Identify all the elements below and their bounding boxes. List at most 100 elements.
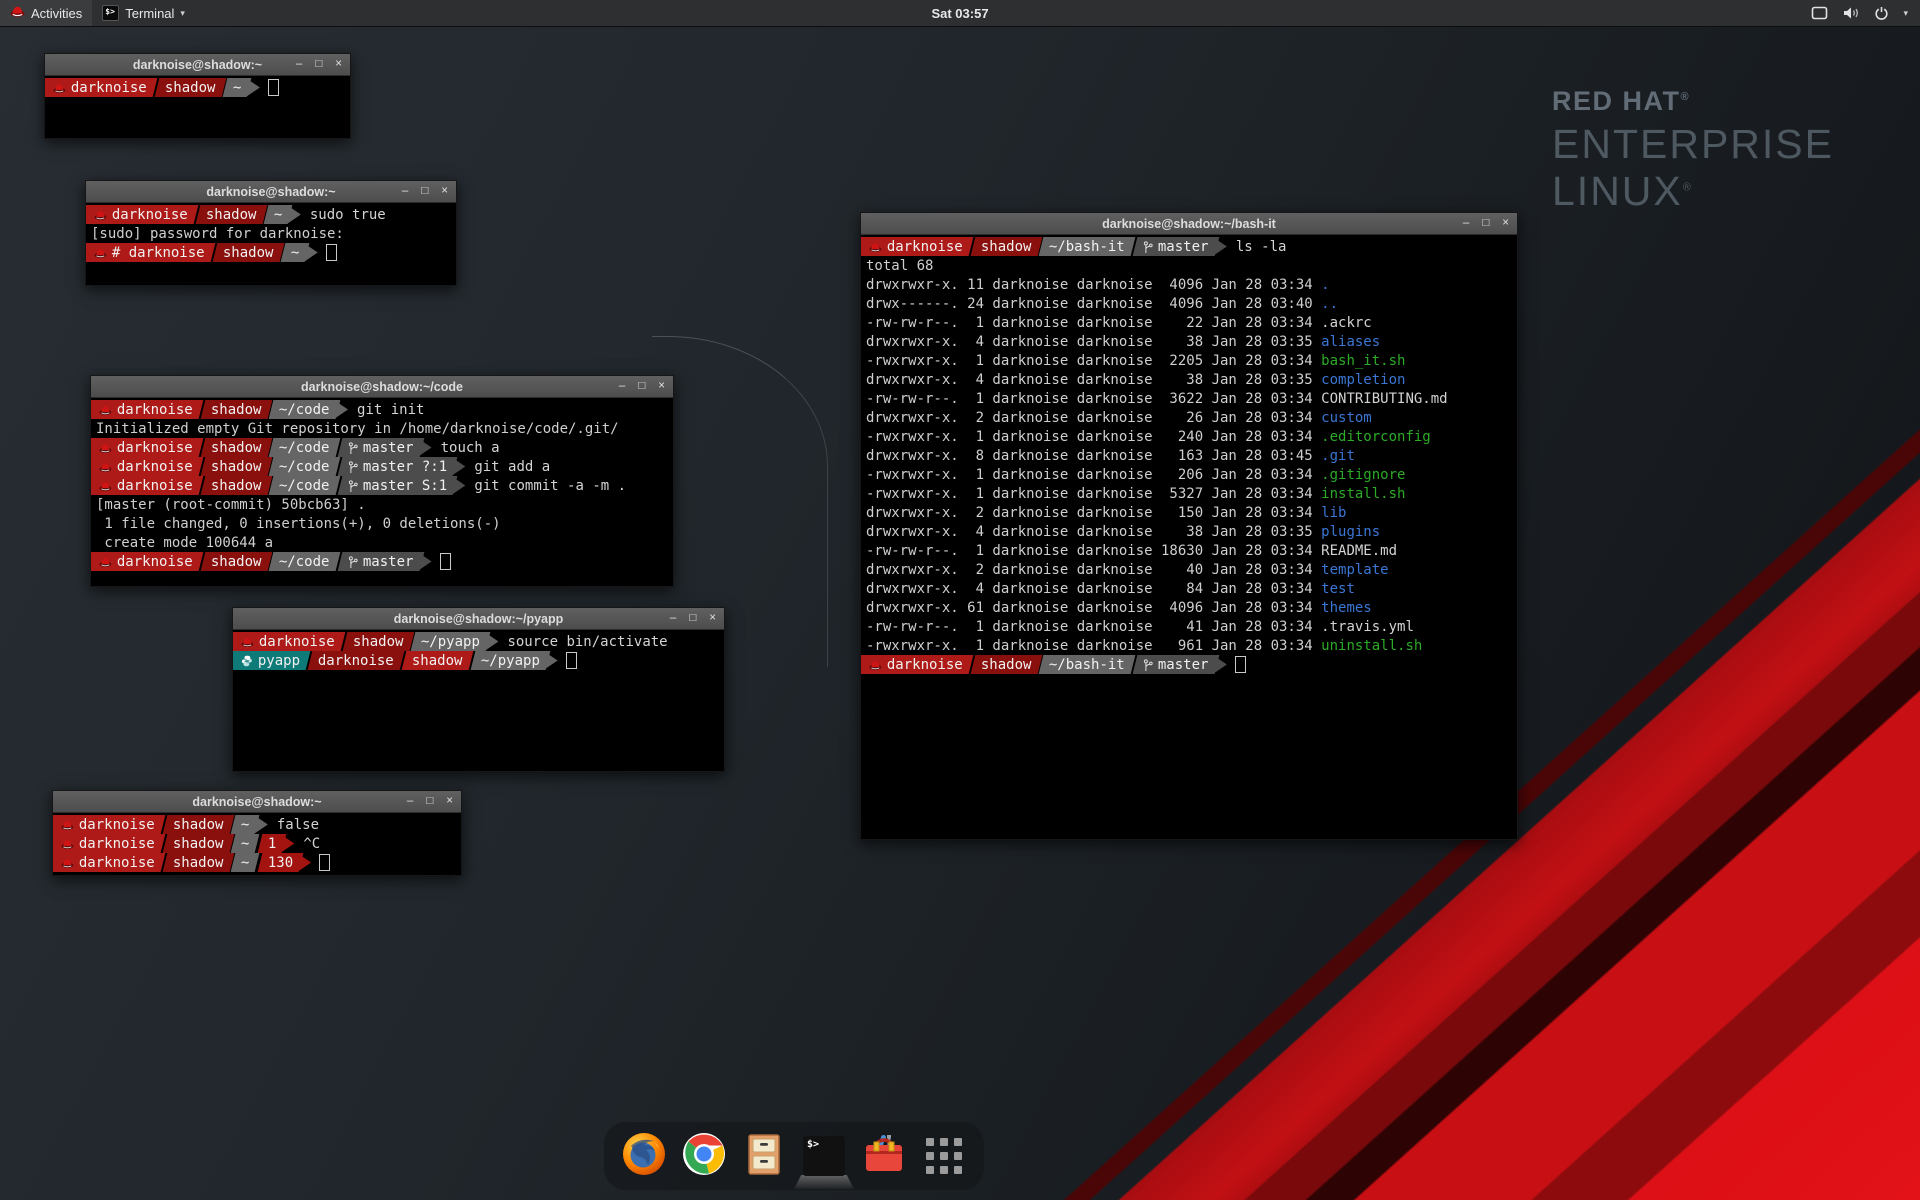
prompt-segment-label: ~/pyapp bbox=[481, 653, 540, 669]
terminal-body[interactable]: darknoiseshadow~/bash-itmasterls -latota… bbox=[861, 235, 1517, 839]
prompt-segment: darknoise bbox=[86, 205, 198, 224]
prompt-segment: darknoise bbox=[91, 438, 203, 457]
terminal-line: drwxrwxr-x. 8 darknoise darknoise 163 Ja… bbox=[861, 446, 1517, 465]
window-title: darknoise@shadow:~/pyapp bbox=[394, 612, 564, 626]
terminal-line: darknoiseshadow~/codegit init bbox=[91, 400, 673, 419]
close-button[interactable]: × bbox=[441, 186, 448, 198]
prompt-segment: darknoise bbox=[91, 476, 203, 495]
prompt-segment: darknoise bbox=[861, 237, 973, 256]
dock-item-firefox[interactable] bbox=[620, 1132, 668, 1180]
system-tray: ▾ bbox=[1811, 0, 1920, 26]
close-button[interactable]: × bbox=[1502, 218, 1509, 230]
prompt-segment-label: master bbox=[1158, 657, 1209, 673]
window-titlebar[interactable]: darknoise@shadow:~–□× bbox=[86, 181, 456, 203]
close-button[interactable]: × bbox=[446, 796, 453, 808]
activities-button[interactable]: Activities bbox=[0, 0, 92, 26]
dock-item-files[interactable] bbox=[740, 1132, 788, 1180]
window-titlebar[interactable]: darknoise@shadow:~/code–□× bbox=[91, 376, 673, 398]
minimize-button[interactable]: – bbox=[407, 796, 413, 808]
prompt-arrow bbox=[451, 476, 465, 495]
maximize-button[interactable]: □ bbox=[638, 381, 645, 393]
minimize-button[interactable]: – bbox=[619, 381, 625, 393]
prompt-segment-label: shadow bbox=[211, 478, 262, 494]
prompt-arrow bbox=[334, 400, 348, 419]
dock-item-app-grid[interactable] bbox=[920, 1132, 968, 1180]
dock-item-toolbox[interactable] bbox=[860, 1132, 908, 1180]
volume-icon[interactable] bbox=[1842, 6, 1860, 20]
window-titlebar[interactable]: darknoise@shadow:~–□× bbox=[53, 791, 461, 813]
prompt-segment: shadow bbox=[200, 438, 271, 457]
prompt-segment: shadow bbox=[342, 632, 413, 651]
terminal-line: -rwxrwxr-x. 1 darknoise darknoise 961 Ja… bbox=[861, 636, 1517, 655]
ls-entry-name: completion bbox=[1321, 372, 1405, 388]
terminal-line: drwxrwxr-x. 4 darknoise darknoise 38 Jan… bbox=[861, 522, 1517, 541]
terminal-cursor bbox=[268, 79, 279, 96]
app-menu-terminal[interactable]: $> Terminal ▾ bbox=[92, 0, 195, 26]
power-icon[interactable] bbox=[1874, 6, 1889, 21]
window-titlebar[interactable]: darknoise@shadow:~/pyapp – □ × bbox=[233, 608, 724, 630]
maximize-button[interactable]: □ bbox=[421, 186, 428, 198]
close-button[interactable]: × bbox=[709, 613, 716, 625]
prompt-segment-label: ~ bbox=[291, 245, 299, 261]
running-app-indicator bbox=[794, 1175, 854, 1189]
prompt-segment-label: shadow bbox=[173, 855, 224, 871]
terminal-line: -rw-rw-r--. 1 darknoise darknoise 22 Jan… bbox=[861, 313, 1517, 332]
tray-chevron-down-icon[interactable]: ▾ bbox=[1903, 8, 1908, 19]
terminal-line: darknoiseshadow~/codemaster ?:1git add a bbox=[91, 457, 673, 476]
maximize-button[interactable]: □ bbox=[315, 59, 322, 71]
prompt-arrow bbox=[418, 552, 432, 571]
dock-item-terminal[interactable]: $> bbox=[800, 1132, 848, 1180]
prompt-arrow bbox=[246, 78, 260, 97]
terminal-line: -rw-rw-r--. 1 darknoise darknoise 41 Jan… bbox=[861, 617, 1517, 636]
prompt-segment: shadow bbox=[212, 243, 283, 262]
terminal-line: darknoiseshadow~/bash-itmasterls -la bbox=[861, 237, 1517, 256]
minimize-button[interactable]: – bbox=[670, 613, 676, 625]
ls-entry-name: bash_it.sh bbox=[1321, 353, 1405, 369]
command-text: sudo true bbox=[310, 207, 386, 223]
minimize-button[interactable]: – bbox=[1463, 218, 1469, 230]
prompt-segment-label: darknoise bbox=[79, 836, 155, 852]
prompt-segment-label: shadow bbox=[223, 245, 274, 261]
window-titlebar[interactable]: darknoise@shadow:~–□× bbox=[45, 54, 350, 76]
maximize-button[interactable]: □ bbox=[426, 796, 433, 808]
prompt-segment-label: ~/code bbox=[279, 459, 330, 475]
command-text: ls -la bbox=[1236, 239, 1287, 255]
terminal-cursor bbox=[566, 652, 577, 669]
maximize-button[interactable]: □ bbox=[1482, 218, 1489, 230]
window-buttons: – □ × bbox=[619, 376, 665, 397]
window-titlebar[interactable]: darknoise@shadow:~/bash-it–□× bbox=[861, 213, 1517, 235]
terminal-body[interactable]: darknoiseshadow~sudo true[sudo] password… bbox=[86, 203, 456, 285]
close-button[interactable]: × bbox=[658, 381, 665, 393]
prompt-arrow bbox=[484, 632, 498, 651]
terminal-window: darknoise@shadow:~–□×darknoiseshadow~ bbox=[44, 53, 351, 139]
clock[interactable]: Sat 03:57 bbox=[931, 6, 988, 21]
app-grid-icon bbox=[926, 1138, 962, 1174]
prompt-segment-label: pyapp bbox=[258, 653, 300, 669]
prompt-segment-label: ~/code bbox=[279, 440, 330, 456]
prompt-arrow bbox=[1213, 655, 1227, 674]
ls-entry-meta: drwxrwxr-x. 2 darknoise darknoise 150 Ja… bbox=[866, 505, 1321, 521]
terminal-line: darknoiseshadow~/codemaster S:1git commi… bbox=[91, 476, 673, 495]
ls-entry-meta: drwxrwxr-x. 8 darknoise darknoise 163 Ja… bbox=[866, 448, 1321, 464]
close-button[interactable]: × bbox=[335, 59, 342, 71]
terminal-line: -rw-rw-r--. 1 darknoise darknoise 3622 J… bbox=[861, 389, 1517, 408]
prompt-segment: ~ bbox=[231, 834, 260, 853]
display-icon[interactable] bbox=[1811, 6, 1828, 20]
terminal-line: drwxrwxr-x. 61 darknoise darknoise 4096 … bbox=[861, 598, 1517, 617]
terminal-body[interactable]: darknoiseshadow~/pyappsource bin/activat… bbox=[233, 630, 724, 771]
minimize-button[interactable]: – bbox=[402, 186, 408, 198]
terminal-body[interactable]: darknoiseshadow~falsedarknoiseshadow~1^C… bbox=[53, 813, 461, 875]
minimize-button[interactable]: – bbox=[296, 59, 302, 71]
terminal-body[interactable]: darknoiseshadow~ bbox=[45, 76, 350, 138]
files-icon bbox=[741, 1131, 787, 1182]
dock-item-chrome[interactable] bbox=[680, 1132, 728, 1180]
command-text: git commit -a -m . bbox=[474, 478, 626, 494]
terminal-line: -rwxrwxr-x. 1 darknoise darknoise 2205 J… bbox=[861, 351, 1517, 370]
prompt-segment: darknoise bbox=[91, 457, 203, 476]
terminal-body[interactable]: darknoiseshadow~/codegit initInitialized… bbox=[91, 398, 673, 586]
ls-entry-meta: -rw-rw-r--. 1 darknoise darknoise 3622 J… bbox=[866, 391, 1321, 407]
maximize-button[interactable]: □ bbox=[689, 613, 696, 625]
ls-entry-meta: drwxrwxr-x. 4 darknoise darknoise 84 Jan… bbox=[866, 581, 1321, 597]
prompt-segment-label: darknoise bbox=[117, 459, 193, 475]
prompt-segment: darknoise bbox=[861, 655, 973, 674]
